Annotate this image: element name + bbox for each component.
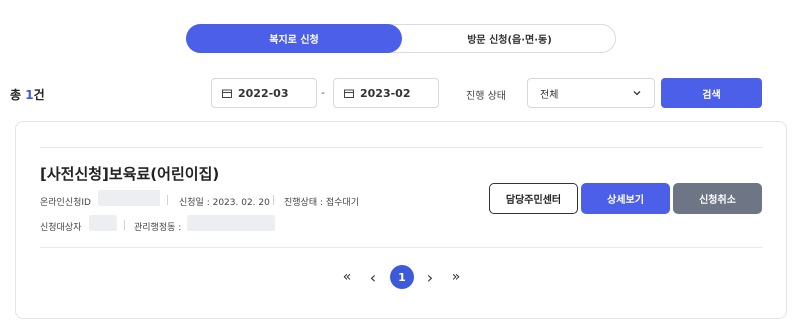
- total-count: 총 1건: [10, 86, 45, 103]
- application-type-toggle: 복지로 신청 방문 신청(읍·면·동): [186, 24, 616, 53]
- date-range-separator: -: [321, 86, 325, 99]
- next-page-button[interactable]: ›: [421, 265, 439, 289]
- apply-date: 신청일 : 2023. 02. 20: [179, 198, 270, 208]
- tab-bokjiro-application[interactable]: 복지로 신청: [186, 24, 402, 53]
- community-center-button[interactable]: 담당주민센터: [489, 183, 578, 214]
- search-button[interactable]: 검색: [661, 78, 762, 108]
- status-select-value: 전체: [540, 89, 559, 101]
- tab-visit-application[interactable]: 방문 신청(읍·면·동): [402, 24, 617, 53]
- card-top-divider: [40, 147, 762, 148]
- calendar-icon: [344, 89, 354, 98]
- prev-page-button[interactable]: ‹: [364, 265, 382, 289]
- total-suffix: 건: [33, 88, 45, 102]
- online-id-masked: [98, 190, 160, 206]
- view-details-button[interactable]: 상세보기: [581, 183, 670, 214]
- status-select[interactable]: 전체: [527, 78, 655, 108]
- office-masked: [187, 215, 275, 231]
- start-date-field[interactable]: 2022-03: [211, 78, 317, 108]
- end-date-value: 2023-02: [360, 86, 411, 100]
- target-person-masked: [89, 215, 117, 231]
- meta-separator: [124, 220, 125, 230]
- application-title: [사전신청]보육료(어린이집): [40, 165, 220, 183]
- total-prefix: 총: [10, 88, 26, 102]
- start-date-value: 2022-03: [238, 86, 289, 100]
- progress-status: 진행상태 : 접수대기: [284, 198, 359, 208]
- meta-separator: [167, 195, 168, 205]
- result-card: [15, 121, 787, 319]
- card-bottom-divider: [40, 247, 762, 248]
- meta-separator: [273, 195, 274, 205]
- calendar-icon: [222, 89, 232, 98]
- office-label: 관리행정동 :: [134, 223, 182, 233]
- end-date-field[interactable]: 2023-02: [333, 78, 439, 108]
- chevron-down-icon: [633, 91, 641, 96]
- status-filter-label: 진행 상태: [466, 91, 506, 102]
- online-id-label: 온라인신청ID: [40, 198, 91, 208]
- first-page-button[interactable]: «: [338, 265, 356, 289]
- target-person-label: 신청대상자: [40, 223, 82, 233]
- cancel-application-button[interactable]: 신청취소: [673, 183, 762, 214]
- last-page-button[interactable]: »: [447, 265, 465, 289]
- page-1-button[interactable]: 1: [390, 265, 414, 289]
- total-count-number: 1: [25, 88, 34, 102]
